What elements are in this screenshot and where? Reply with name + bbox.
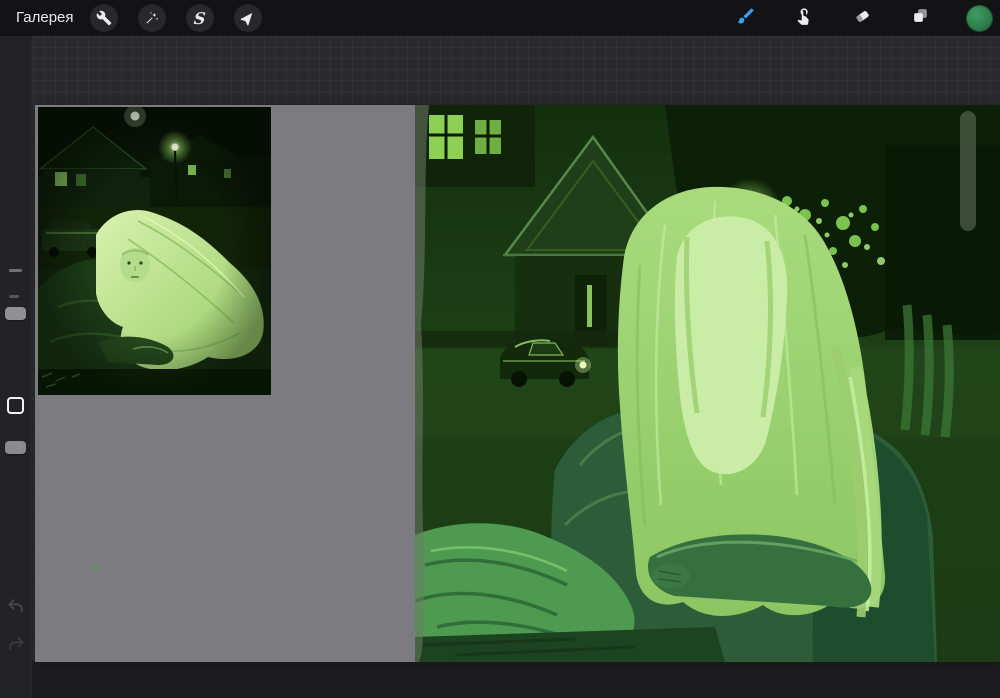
paintbrush-icon bbox=[736, 6, 756, 31]
reference-photo bbox=[38, 107, 271, 395]
wrench-icon bbox=[96, 10, 112, 26]
redo-button[interactable] bbox=[6, 634, 26, 654]
top-toolbar: Галерея S bbox=[0, 0, 1000, 36]
procreate-app: Галерея S bbox=[0, 0, 1000, 698]
brush-size-slider[interactable] bbox=[5, 307, 26, 320]
erase-tool-button[interactable] bbox=[849, 5, 875, 31]
actions-button[interactable] bbox=[90, 4, 118, 32]
layers-button[interactable] bbox=[907, 5, 933, 31]
left-sidebar bbox=[0, 36, 32, 698]
slider-tick bbox=[9, 269, 22, 272]
eraser-icon bbox=[853, 6, 872, 30]
stray-brush-dot bbox=[94, 564, 98, 568]
modify-button[interactable] bbox=[7, 397, 24, 414]
undo-arrow-icon bbox=[6, 599, 26, 620]
workspace bbox=[0, 36, 1000, 698]
undo-button[interactable] bbox=[6, 596, 26, 616]
smudge-tool-button[interactable] bbox=[791, 5, 817, 31]
adjustments-button[interactable] bbox=[138, 4, 166, 32]
smudge-finger-icon bbox=[795, 6, 814, 30]
gallery-button[interactable]: Галерея bbox=[16, 0, 74, 36]
slider-tick bbox=[9, 295, 19, 298]
color-swatch[interactable] bbox=[966, 5, 993, 32]
paint-tool-button[interactable] bbox=[733, 5, 759, 31]
redo-arrow-icon bbox=[6, 637, 26, 658]
selection-s-icon: S bbox=[193, 8, 207, 28]
transform-arrow-icon bbox=[240, 10, 256, 26]
magic-wand-icon bbox=[144, 10, 160, 26]
selection-button[interactable]: S bbox=[186, 4, 214, 32]
painting-in-progress bbox=[415, 105, 1000, 662]
layers-icon bbox=[911, 6, 930, 30]
transform-button[interactable] bbox=[234, 4, 262, 32]
opacity-slider[interactable] bbox=[5, 441, 26, 454]
workspace-bottom-shade bbox=[0, 661, 1000, 698]
drawing-canvas[interactable] bbox=[35, 105, 1000, 662]
